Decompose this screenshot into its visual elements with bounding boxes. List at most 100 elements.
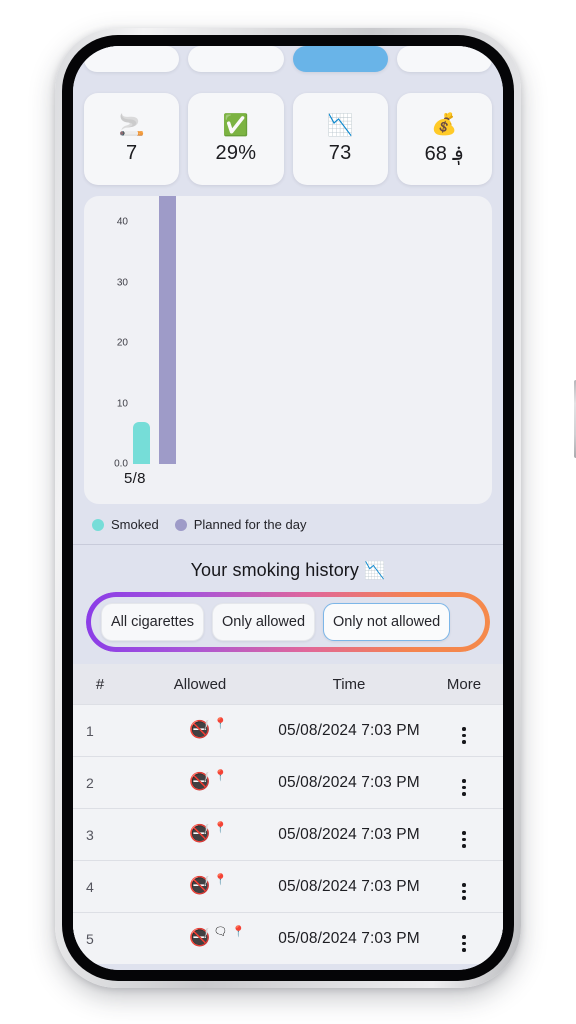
row-badges: 📍 bbox=[214, 719, 228, 730]
allowed-icon-wrap: 🚭 📍 bbox=[189, 823, 227, 843]
note-icon: 🗨 bbox=[213, 926, 228, 938]
time-cell: 05/08/2024 7:03 PM bbox=[273, 722, 425, 740]
table-row[interactable]: 5 🚭 🗨 📍 05/08/2024 7:03 PM bbox=[73, 912, 503, 964]
more-cell bbox=[425, 770, 503, 796]
chart-plot-area: 0.0 10 20 30 40 5/8 bbox=[84, 196, 492, 504]
stat-card-3[interactable]: 📉 73 bbox=[292, 93, 388, 185]
table-row[interactable]: 4 🚭 📍 05/08/2024 7:03 PM bbox=[73, 860, 503, 912]
location-pin-icon: 📍 bbox=[213, 874, 228, 886]
stat-card-row: 🚬 7 ✅ 29% 📉 73 💰 68 ؋ bbox=[84, 93, 492, 185]
x-axis-tick: 5/8 bbox=[124, 470, 146, 487]
stat-value: 29% bbox=[215, 141, 257, 164]
time-cell: 05/08/2024 7:03 PM bbox=[273, 774, 425, 792]
more-options-icon[interactable] bbox=[462, 883, 466, 900]
filter-button-all-cigarettes[interactable]: All cigarettes bbox=[101, 603, 205, 641]
time-cell: 05/08/2024 7:03 PM bbox=[273, 826, 425, 844]
time-cell: 05/08/2024 7:03 PM bbox=[273, 930, 425, 948]
app-root: 🚬 7 ✅ 29% 📉 73 💰 68 ؋ 0.0 10 20 30 40 5/8 Smoked Plan… bbox=[73, 46, 503, 970]
allowed-cell: 🚭 📍 bbox=[127, 875, 273, 896]
row-number: 2 bbox=[86, 774, 94, 791]
table-body: 1 🚭 📍 05/08/2024 7:03 PM 2 🚭 📍 05/08/2024 7:03 … bbox=[73, 704, 503, 964]
stat-card-1[interactable]: 🚬 7 bbox=[84, 93, 180, 185]
more-cell bbox=[425, 718, 503, 744]
more-cell bbox=[425, 874, 503, 900]
more-options-icon[interactable] bbox=[462, 831, 466, 848]
check-mark-icon: ✅ bbox=[222, 113, 249, 137]
page-title: Your smoking history 📉 bbox=[84, 545, 492, 590]
more-options-icon[interactable] bbox=[462, 935, 466, 952]
stat-value: 68 ؋ bbox=[424, 142, 465, 165]
peeking-card-row bbox=[73, 46, 503, 72]
cigarette-icon: 🚬 bbox=[118, 113, 145, 137]
y-axis-tick: 0.0 bbox=[114, 458, 128, 470]
no-smoking-icon: 🚭 bbox=[189, 876, 211, 895]
y-axis-tick: 10 bbox=[116, 398, 128, 410]
filter-button-group[interactable]: All cigarettes Only allowed Only not allow… bbox=[93, 599, 483, 645]
table-header-row: # Allowed Time More bbox=[73, 664, 503, 704]
legend-label: Planned for the day bbox=[193, 517, 307, 532]
stat-card-2[interactable]: ✅ 29% bbox=[188, 93, 284, 185]
table-row[interactable]: 2 🚭 📍 05/08/2024 7:03 PM bbox=[73, 756, 503, 808]
chart-decreasing-icon: 📉 bbox=[364, 561, 386, 580]
legend-color-dot bbox=[92, 518, 104, 531]
more-cell bbox=[425, 822, 503, 848]
allowed-icon-wrap: 🚭 🗨 📍 bbox=[189, 927, 245, 947]
filter-section: All cigarettes Only allowed Only not allow… bbox=[86, 592, 490, 652]
money-bag-icon: 💰 bbox=[431, 112, 458, 136]
row-timestamp: 05/08/2024 7:03 PM bbox=[278, 773, 420, 791]
scroll-body[interactable]: 🚬 7 ✅ 29% 📉 73 💰 68 ؋ 0.0 10 20 30 40 5/8 Smoked Plan… bbox=[73, 72, 503, 970]
more-options-icon[interactable] bbox=[462, 727, 466, 744]
table-row[interactable]: 3 🚭 📍 05/08/2024 7:03 PM bbox=[73, 808, 503, 860]
chart-legend: Smoked Planned for the day bbox=[84, 504, 492, 544]
history-title-text: Your smoking history bbox=[190, 560, 360, 580]
filter-button-only-allowed[interactable]: Only allowed bbox=[212, 603, 316, 641]
allowed-icon-wrap: 🚭 📍 bbox=[189, 771, 227, 791]
phone-frame: 🚬 7 ✅ 29% 📉 73 💰 68 ؋ 0.0 10 20 30 40 5/8 Smoked Plan… bbox=[55, 28, 576, 988]
chart-decreasing-icon: 📉 bbox=[327, 113, 354, 137]
y-axis-tick: 30 bbox=[116, 277, 128, 289]
column-header-time: Time bbox=[332, 675, 366, 693]
smoking-chart: 0.0 10 20 30 40 5/8 bbox=[84, 196, 492, 504]
row-badges: 📍 bbox=[214, 823, 228, 834]
row-badges: 🗨 📍 bbox=[214, 927, 246, 938]
no-smoking-icon: 🚭 bbox=[189, 772, 211, 791]
no-smoking-icon: 🚭 bbox=[189, 824, 211, 843]
column-header-allowed: Allowed bbox=[173, 675, 227, 693]
peek-card-1[interactable] bbox=[84, 46, 180, 72]
phone-screen: 🚬 7 ✅ 29% 📉 73 💰 68 ؋ 0.0 10 20 30 40 5/8 Smoked Plan… bbox=[73, 46, 503, 970]
stat-value: 7 bbox=[125, 141, 138, 164]
stat-card-4[interactable]: 💰 68 ؋ bbox=[396, 93, 492, 185]
peek-card-2[interactable] bbox=[188, 46, 284, 72]
allowed-cell: 🚭 📍 bbox=[127, 719, 273, 740]
y-axis-tick: 20 bbox=[116, 337, 128, 349]
peek-card-4[interactable] bbox=[396, 46, 492, 72]
row-timestamp: 05/08/2024 7:03 PM bbox=[278, 825, 420, 843]
allowed-cell: 🚭 📍 bbox=[127, 771, 273, 792]
legend-label: Smoked bbox=[111, 517, 159, 532]
row-badges: 📍 bbox=[214, 875, 228, 886]
bar-smoked bbox=[133, 421, 150, 464]
table-row[interactable]: 1 🚭 📍 05/08/2024 7:03 PM bbox=[73, 704, 503, 756]
stat-value: 73 bbox=[328, 141, 352, 164]
legend-item-1[interactable]: Smoked bbox=[92, 517, 159, 532]
no-smoking-icon: 🚭 bbox=[189, 720, 211, 739]
row-number: 3 bbox=[86, 826, 94, 843]
filter-button-only-not-allowed[interactable]: Only not allowed bbox=[323, 603, 451, 641]
row-number: 1 bbox=[86, 722, 94, 739]
column-header-number: # bbox=[95, 675, 105, 693]
location-pin-icon: 📍 bbox=[213, 770, 228, 782]
legend-color-dot bbox=[174, 518, 187, 531]
allowed-icon-wrap: 🚭 📍 bbox=[189, 719, 227, 739]
no-smoking-icon: 🚭 bbox=[189, 928, 211, 947]
legend-item-2[interactable]: Planned for the day bbox=[174, 517, 307, 532]
row-number: 4 bbox=[86, 878, 94, 895]
y-axis-tick: 40 bbox=[116, 216, 128, 228]
row-number: 5 bbox=[86, 930, 94, 947]
row-timestamp: 05/08/2024 7:03 PM bbox=[278, 721, 420, 739]
location-pin-icon: 📍 bbox=[231, 926, 246, 938]
smoking-history-table: # Allowed Time More 1 🚭 📍 05/08/2024 7:03 P… bbox=[73, 664, 503, 964]
peek-card-3[interactable] bbox=[292, 46, 388, 72]
more-cell bbox=[425, 926, 503, 952]
more-options-icon[interactable] bbox=[462, 779, 466, 796]
column-header-more: More bbox=[446, 675, 482, 693]
